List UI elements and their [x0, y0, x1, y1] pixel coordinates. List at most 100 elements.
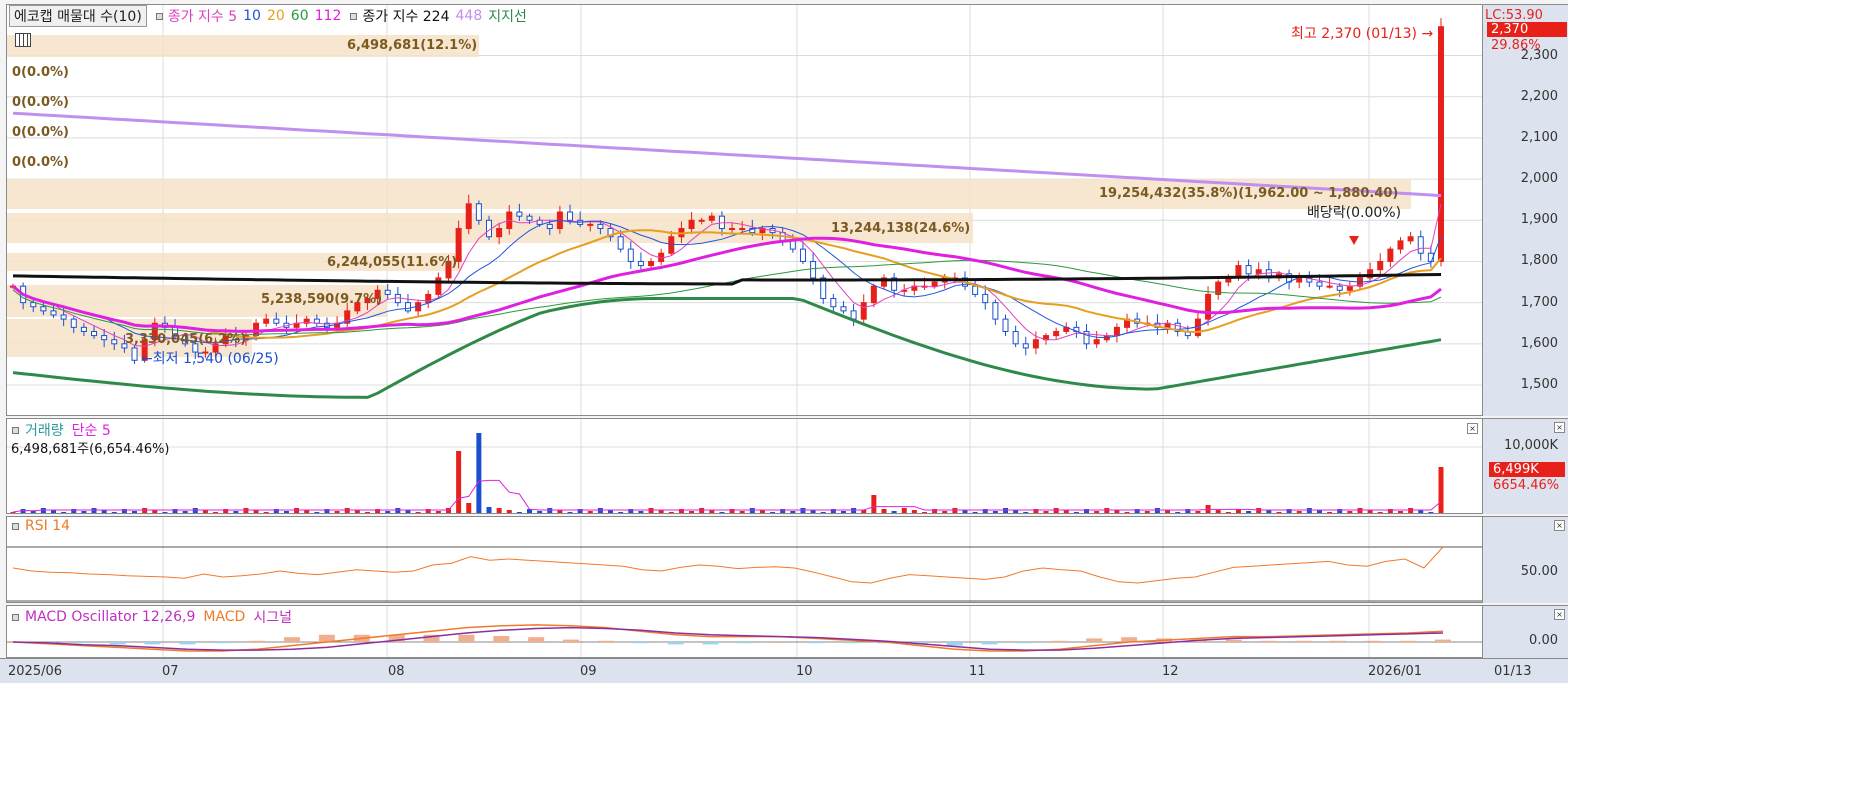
- macd-osc-label[interactable]: MACD Oscillator 12,26,9: [25, 609, 195, 625]
- candle-body: [526, 215, 533, 221]
- volume-bar: [1195, 511, 1201, 513]
- volume-bar: [871, 495, 877, 513]
- candle-body: [688, 219, 695, 230]
- legend-ma10[interactable]: 10: [243, 8, 261, 24]
- candle-body: [475, 203, 482, 221]
- macd-axis-tick: 0.00: [1529, 633, 1558, 648]
- candle-body: [648, 260, 655, 267]
- volume-pane[interactable]: 거래량 단순 5 6,498,681주(6,654.46%) ×: [6, 418, 1483, 514]
- volume-bar: [1225, 512, 1231, 513]
- rsi-pane[interactable]: RSI 14: [6, 516, 1483, 603]
- price-pane[interactable]: 에코캡 매물대 수(10) 종가 지수 5 10 20 60 112 종가 지수…: [6, 4, 1483, 416]
- candle-body: [1316, 281, 1323, 287]
- volume-bar: [1144, 511, 1150, 513]
- volume-bar: [81, 511, 87, 513]
- legend-ma112[interactable]: 112: [315, 8, 342, 24]
- macd-osc-bar: [842, 642, 859, 644]
- x-axis-label: 2025/06: [8, 664, 63, 679]
- candle-body: [1397, 240, 1404, 250]
- candle-body: [992, 302, 999, 320]
- volume-bar: [506, 510, 512, 513]
- candle-body: [404, 302, 411, 312]
- macd-osc-bar: [1016, 642, 1033, 644]
- close-volume-icon[interactable]: ×: [1467, 423, 1478, 434]
- candle-body: [496, 228, 503, 238]
- close-macd-icon[interactable]: ×: [1554, 609, 1565, 620]
- current-volume-badge: 6,499K: [1489, 462, 1565, 477]
- volume-bar: [891, 511, 897, 513]
- macd-osc-bar: [528, 637, 545, 642]
- legend-ma448[interactable]: 448: [456, 8, 483, 24]
- candle-body: [870, 285, 877, 304]
- dividend-label: 배당락(0.00%): [1307, 205, 1402, 221]
- volume-bar: [1073, 512, 1079, 513]
- volume-profile-label: 6,498,681(12.1%): [347, 38, 478, 53]
- current-price-badge: 2,370: [1487, 22, 1567, 37]
- candle-body: [931, 281, 938, 287]
- legend-ma-label[interactable]: 종가 지수 5: [168, 6, 237, 26]
- volume-bar: [942, 511, 948, 513]
- volume-bar: [567, 512, 573, 513]
- volume-bar: [840, 511, 846, 513]
- volume-axis-tick: 10,000K: [1503, 438, 1558, 453]
- volume-bar: [790, 511, 796, 513]
- x-axis-last-date: 01/13: [1494, 664, 1532, 679]
- x-axis-label: 12: [1162, 664, 1179, 679]
- volume-bar: [496, 508, 502, 513]
- zero-label: 0(0.0%): [12, 155, 69, 170]
- macd-osc-bar: [179, 642, 196, 645]
- legend-ma224-label[interactable]: 종가 지수 224: [362, 6, 449, 26]
- volume-bar: [233, 511, 239, 513]
- x-axis: 2025/06 07 08 09 10 11 12 2026/01 01/13: [0, 658, 1568, 683]
- close-volume-icon[interactable]: ×: [1554, 422, 1565, 433]
- price-axis-tick: 1,900: [1520, 212, 1558, 228]
- candle-body: [131, 347, 138, 361]
- macd-osc-bar: [1086, 638, 1103, 642]
- macd-pane[interactable]: MACD Oscillator 12,26,9 MACD 시그널: [6, 605, 1483, 658]
- volume-bar: [415, 512, 421, 513]
- candle-body: [698, 219, 705, 222]
- volume-label[interactable]: 거래량: [25, 420, 64, 440]
- signal-label[interactable]: 시그널: [253, 607, 292, 627]
- volume-bar: [30, 511, 36, 513]
- macd-label[interactable]: MACD: [203, 609, 245, 625]
- table-view-icon[interactable]: [15, 33, 31, 47]
- candle-body-last: [1438, 26, 1444, 254]
- volume-bar: [820, 512, 826, 513]
- close-rsi-icon[interactable]: ×: [1554, 520, 1565, 531]
- volume-ma-label[interactable]: 단순 5: [72, 420, 111, 440]
- volume-bar: [901, 508, 907, 513]
- volume-bar: [1377, 512, 1383, 513]
- price-axis-tick: 1,800: [1520, 253, 1558, 269]
- legend-support[interactable]: 지지선: [488, 6, 527, 26]
- macd-osc-bar: [284, 637, 301, 642]
- volume-bar: [1215, 510, 1221, 513]
- candle-body: [516, 211, 523, 217]
- macd-osc-bar: [1435, 639, 1451, 642]
- volume-bar: [1043, 511, 1049, 513]
- candle-body: [465, 203, 472, 230]
- candle-body: [273, 318, 280, 324]
- x-axis-label: 2026/01: [1368, 664, 1423, 679]
- volume-bar: [1438, 467, 1444, 513]
- volume-bar: [992, 511, 998, 513]
- candle-body: [1326, 285, 1333, 288]
- panel-marker-icon: [12, 613, 19, 621]
- macd-osc-bar: [981, 642, 998, 645]
- volume-bar: [182, 511, 188, 513]
- price-axis-tick: 1,700: [1520, 294, 1558, 310]
- candle-body: [708, 215, 715, 221]
- rsi-title: RSI 14: [9, 518, 78, 534]
- volume-bar: [537, 511, 543, 513]
- volume-bar: [1246, 511, 1252, 513]
- x-axis-label: 08: [388, 664, 405, 679]
- candle-body: [1113, 326, 1120, 337]
- legend-ma20[interactable]: 20: [267, 8, 285, 24]
- macd-osc-bar: [1260, 640, 1277, 642]
- volume-profile-label: 5,238,590(9.7%): [261, 292, 383, 307]
- macd-osc-bar: [214, 642, 231, 644]
- legend-ma60[interactable]: 60: [291, 8, 309, 24]
- rsi-label[interactable]: RSI 14: [25, 518, 70, 534]
- stock-selector[interactable]: 에코캡 매물대 수(10): [9, 5, 147, 27]
- candle-body: [799, 248, 806, 262]
